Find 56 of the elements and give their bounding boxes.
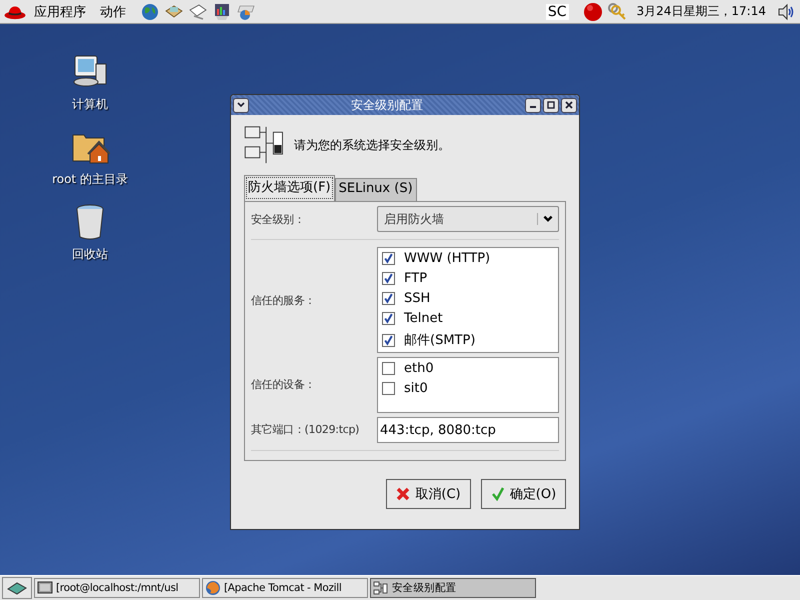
close-button[interactable] — [561, 98, 577, 112]
checkmark-icon — [490, 487, 505, 501]
desktop-icon-label[interactable]: root 的主目录 — [52, 171, 128, 188]
checkbox-label[interactable]: sit0 — [404, 381, 428, 396]
globe-icon[interactable] — [140, 2, 160, 22]
desktop-icon-label[interactable]: 计算机 — [72, 96, 108, 113]
panel-menu[interactable]: 应用程序 — [34, 2, 86, 20]
hat-icon[interactable] — [4, 4, 26, 20]
checkbox[interactable] — [382, 312, 395, 325]
checkbox-label[interactable]: 邮件(SMTP) — [404, 331, 476, 349]
checkbox-label[interactable]: WWW (HTTP) — [404, 251, 490, 266]
clock[interactable]: 3月24日星期三，17:14 — [636, 3, 766, 20]
checkbox-label[interactable]: eth0 — [404, 361, 434, 376]
show-desktop-button[interactable] — [2, 577, 32, 599]
taskbar-item[interactable]: [Apache Tomcat - Mozill — [202, 578, 368, 598]
speaker-icon[interactable] — [776, 2, 796, 22]
field-label: 信任的服务： — [251, 292, 316, 308]
minimize-button[interactable] — [525, 98, 541, 112]
cancel-button[interactable]: 取消(C) — [386, 479, 471, 509]
close-icon — [564, 100, 574, 110]
field-label: 安全级别： — [251, 212, 306, 226]
prompt-text: 请为您的系统选择安全级别。 — [294, 136, 450, 154]
document-icon[interactable] — [188, 2, 208, 22]
checkbox-label[interactable]: Telnet — [404, 311, 443, 326]
checkbox[interactable] — [382, 292, 395, 305]
cross-icon — [396, 487, 410, 501]
checkbox-label[interactable]: FTP — [404, 271, 428, 286]
taskbar-item[interactable]: [root@localhost:/mnt/usl — [34, 578, 200, 598]
maximize-icon — [546, 100, 556, 110]
checkbox-label[interactable]: SSH — [404, 291, 430, 306]
terminal-icon — [37, 580, 53, 596]
window-title: 安全级别配置 — [350, 96, 424, 114]
tab[interactable]: 防火墙选项(F) — [244, 175, 335, 201]
taskbar-item[interactable]: 安全级别配置 — [370, 578, 536, 598]
chevron-down-icon — [236, 100, 246, 110]
checkbox[interactable] — [382, 382, 395, 395]
checkbox[interactable] — [382, 362, 395, 375]
ports-input-field[interactable]: 443:tcp, 8080:tcp — [377, 417, 559, 443]
chart-icon[interactable] — [212, 2, 232, 22]
field-label: 信任的设备： — [251, 376, 316, 392]
ball-icon[interactable] — [582, 2, 602, 22]
checkbox[interactable] — [382, 252, 395, 265]
network-icon — [373, 580, 389, 596]
maximize-button[interactable] — [543, 98, 559, 112]
window-menu-button[interactable] — [233, 98, 249, 112]
security-level-dropdown[interactable]: 启用防火墙 — [377, 206, 559, 232]
keyboard-indicator[interactable]: SC — [546, 4, 568, 20]
keys-icon[interactable] — [606, 2, 626, 22]
browser-icon — [205, 580, 221, 596]
field-label: 其它端口：(1029:tcp) — [251, 422, 360, 436]
panel-menu[interactable]: 动作 — [100, 2, 126, 20]
checkbox[interactable] — [382, 272, 395, 285]
desktop-icon-label[interactable]: 回收站 — [72, 246, 108, 263]
checkbox[interactable] — [382, 334, 395, 346]
ok-button[interactable]: 确定(O) — [481, 479, 566, 509]
tab[interactable]: SELinux (S) — [334, 178, 417, 201]
